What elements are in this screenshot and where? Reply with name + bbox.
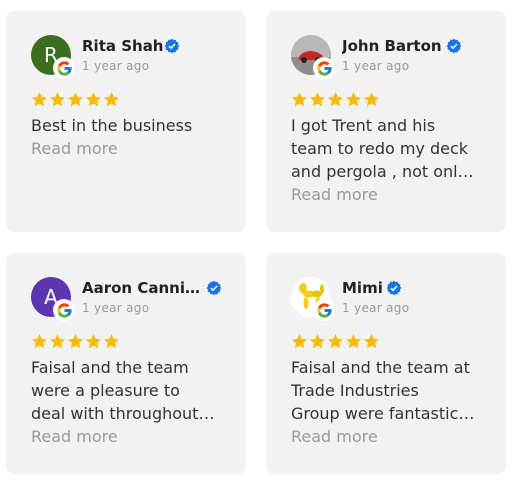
reviewer-name[interactable]: Mimi xyxy=(342,279,383,297)
review-text-line: Group were fantastic… xyxy=(291,404,475,423)
review-text-line: Faisal and the team xyxy=(31,358,189,377)
star-icon xyxy=(364,334,379,349)
star-icon xyxy=(364,92,379,107)
review-card: John Barton 1 year ago I got Trent and h… xyxy=(266,11,506,232)
review-card: Mimi 1 year ago Faisal and the team at T… xyxy=(266,253,506,474)
star-rating xyxy=(31,91,120,108)
review-date: 1 year ago xyxy=(82,301,150,315)
star-icon xyxy=(104,334,119,349)
avatar[interactable]: R xyxy=(31,35,75,79)
review-text-line: I got Trent and his xyxy=(291,116,436,135)
star-icon xyxy=(310,92,325,107)
review-text-line: team to redo my deck xyxy=(291,139,469,158)
review-text-line: were a pleasure to xyxy=(31,381,180,400)
read-more-link[interactable]: Read more xyxy=(291,183,491,206)
star-rating xyxy=(31,333,120,350)
star-icon xyxy=(292,334,307,349)
star-icon xyxy=(346,334,361,349)
review-text: Faisal and the team were a pleasure to d… xyxy=(31,356,231,448)
verified-badge-icon xyxy=(164,38,180,54)
star-icon xyxy=(328,334,343,349)
avatar[interactable]: A xyxy=(31,277,75,321)
review-date: 1 year ago xyxy=(342,59,410,73)
google-icon xyxy=(53,57,75,79)
reviewer-name[interactable]: Aaron Canni… xyxy=(82,279,200,297)
star-rating xyxy=(291,333,380,350)
star-icon xyxy=(32,334,47,349)
verified-badge-icon xyxy=(446,38,462,54)
review-text-line: and pergola , not onl… xyxy=(291,162,474,181)
review-date: 1 year ago xyxy=(342,301,410,315)
star-icon xyxy=(86,92,101,107)
review-text: I got Trent and his team to redo my deck… xyxy=(291,114,491,206)
avatar[interactable] xyxy=(291,277,335,321)
star-icon xyxy=(346,92,361,107)
google-icon xyxy=(313,57,335,79)
star-icon xyxy=(104,92,119,107)
read-more-link[interactable]: Read more xyxy=(31,425,231,448)
star-icon xyxy=(310,334,325,349)
review-text-line: Best in the business xyxy=(31,116,193,135)
review-text-line: deal with throughout… xyxy=(31,404,215,423)
avatar[interactable] xyxy=(291,35,335,79)
star-rating xyxy=(291,91,380,108)
verified-badge-icon xyxy=(206,280,222,296)
star-icon xyxy=(68,334,83,349)
review-date: 1 year ago xyxy=(82,59,150,73)
review-text: Best in the business Read more xyxy=(31,114,231,160)
star-icon xyxy=(50,334,65,349)
star-icon xyxy=(50,92,65,107)
review-text-line: Trade Industries xyxy=(291,381,419,400)
review-text: Faisal and the team at Trade Industries … xyxy=(291,356,491,448)
reviewer-name[interactable]: John Barton xyxy=(342,37,442,55)
google-icon xyxy=(313,299,335,321)
review-card: A Aaron Canni… 1 year ago Faisal and the… xyxy=(6,253,246,474)
google-icon xyxy=(53,299,75,321)
star-icon xyxy=(32,92,47,107)
star-icon xyxy=(292,92,307,107)
read-more-link[interactable]: Read more xyxy=(31,137,231,160)
read-more-link[interactable]: Read more xyxy=(291,425,491,448)
star-icon xyxy=(328,92,343,107)
reviewer-name[interactable]: Rita Shah xyxy=(82,37,164,55)
review-text-line: Faisal and the team at xyxy=(291,358,470,377)
star-icon xyxy=(86,334,101,349)
review-card: R Rita Shah 1 year ago Best in the busin… xyxy=(6,11,246,232)
star-icon xyxy=(68,92,83,107)
verified-badge-icon xyxy=(386,280,402,296)
